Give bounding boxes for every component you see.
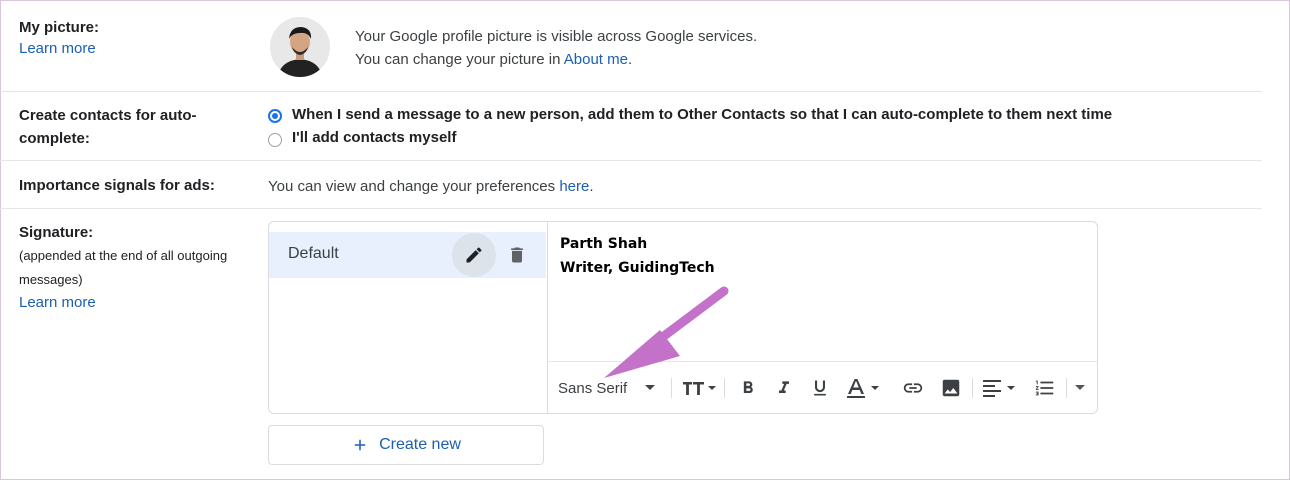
annotation-arrow (604, 286, 729, 378)
